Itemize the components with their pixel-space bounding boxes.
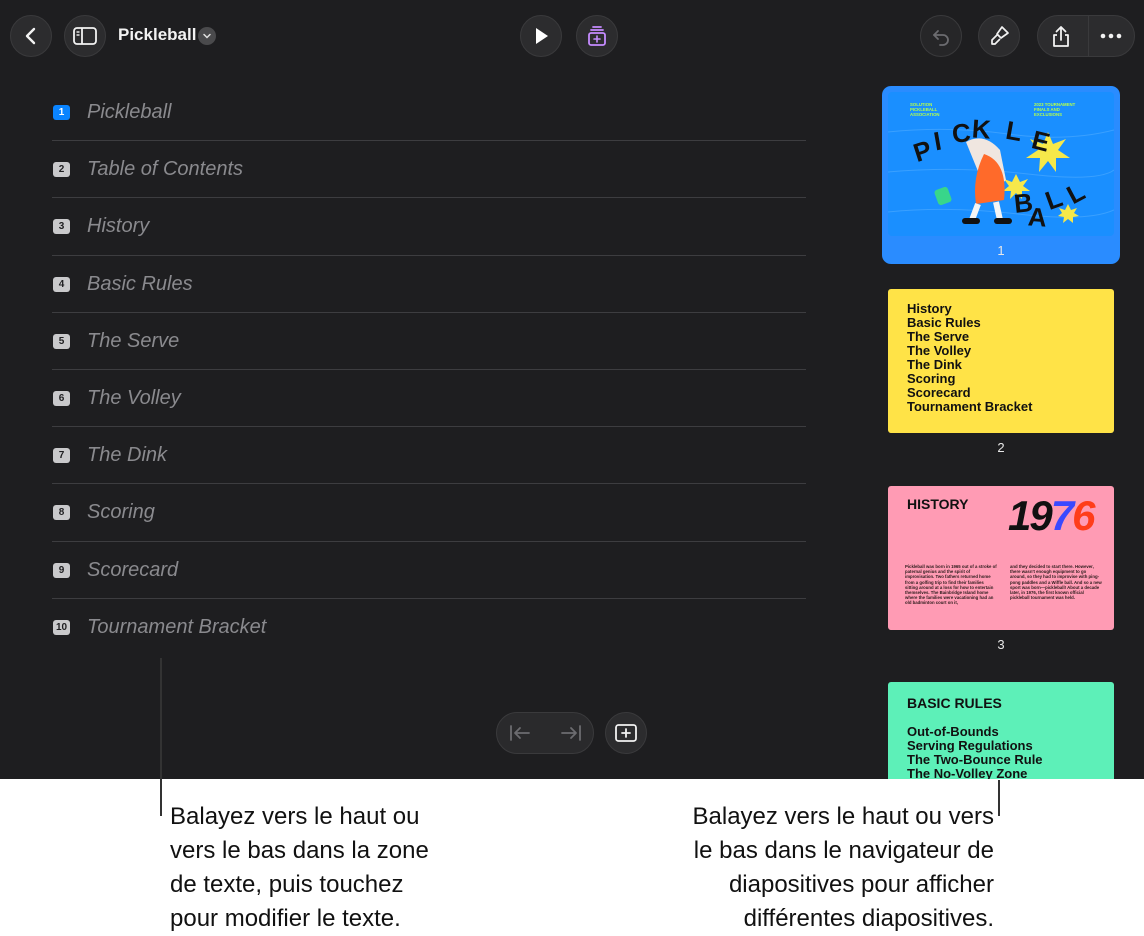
play-button[interactable] [520, 15, 562, 57]
undo-icon [933, 30, 949, 46]
slide-2-list-item: The Volley [907, 343, 972, 358]
slide-thumbnail-3[interactable]: HISTORY 1976 Pickleball was born in 1965… [888, 486, 1114, 630]
outline-row-text[interactable]: History [87, 215, 149, 238]
outline-row[interactable]: 5 The Serve [52, 313, 806, 370]
slide-4-list-item: The No-Volley Zone [907, 766, 1028, 780]
slide-thumbnail-1[interactable]: PICKLEBALL SOLUTION PICKLEBALL ASSOCIATI… [882, 86, 1120, 264]
slide-thumbnail-2[interactable]: History Basic Rules The Serve The Volley The… [888, 289, 1114, 433]
sidebar-icon [73, 27, 97, 45]
share-icon [1053, 26, 1069, 47]
outline-row-text[interactable]: Tournament Bracket [87, 616, 266, 639]
outline-row[interactable]: 3 History [52, 198, 806, 256]
slide-4-heading: BASIC RULES [907, 695, 1002, 711]
outline-row-text[interactable]: The Volley [87, 387, 181, 410]
format-button[interactable] [978, 15, 1020, 57]
callout-line-right [998, 780, 1000, 816]
slide-1-preview: PICKLEBALL SOLUTION PICKLEBALL ASSOCIATI… [888, 92, 1114, 236]
sidebar-toggle-button[interactable] [64, 15, 106, 57]
slide-number-badge: 4 [53, 276, 70, 292]
paintbrush-icon [991, 26, 1009, 45]
back-button[interactable] [10, 15, 52, 57]
caption-right: Balayez vers le haut ou vers le bas dans… [692, 803, 995, 932]
outline-row[interactable]: 8 Scoring [52, 484, 806, 542]
slide-3-body-left: Pickleball was born in 1965 out of a str… [905, 564, 997, 606]
slide-1-title-letter: K [971, 113, 992, 145]
caption-left: Balayez vers le haut ou vers le bas dans… [170, 803, 429, 932]
slide-number-2: 2 [997, 440, 1005, 455]
slide-number-badge: 9 [53, 562, 70, 578]
slide-1-title-letter: C [950, 117, 972, 149]
outline-row-text[interactable]: Scorecard [87, 559, 178, 582]
play-icon [536, 28, 548, 44]
slide-4-list-item: The Two-Bounce Rule [907, 752, 1043, 767]
chevron-down-icon [203, 33, 211, 39]
outline-row[interactable]: 9 Scorecard [52, 542, 806, 599]
slide-4-list-item: Out-of-Bounds [907, 724, 999, 739]
slide-1-title-letter: A [1027, 201, 1048, 233]
add-slide-icon [615, 724, 637, 742]
outline-row[interactable]: 7 The Dink [52, 427, 806, 485]
slide-number-badge: 10 [53, 619, 70, 635]
slide-3-body-right: and they decided to start there. However… [1010, 564, 1102, 601]
outline-row[interactable]: 4 Basic Rules [52, 256, 806, 313]
outline-row[interactable]: 6 The Volley [52, 370, 806, 428]
indent-button[interactable] [560, 723, 582, 748]
slide-2-list-item: Scorecard [907, 385, 971, 400]
slide-number-badge: 2 [53, 162, 70, 178]
slide-number-1: 1 [997, 243, 1005, 258]
slide-1-corner-left: SOLUTION PICKLEBALL ASSOCIATION [910, 102, 940, 118]
slide-2-contents-list: History Basic Rules The Serve The Volley The… [907, 302, 1032, 414]
add-slide-button[interactable] [605, 712, 647, 754]
slide-4-preview: BASIC RULES Out-of-Bounds Serving Regulat… [888, 682, 1114, 779]
outline-row-text[interactable]: Scoring [87, 501, 155, 524]
outdent-icon [510, 725, 530, 741]
indent-controls [496, 712, 594, 754]
title-menu-button[interactable] [198, 27, 216, 45]
slide-2-list-item: Basic Rules [907, 315, 981, 330]
add-slide-toolbar-button[interactable] [576, 15, 618, 57]
document-title[interactable]: Pickleball [118, 25, 196, 45]
slide-2-preview: History Basic Rules The Serve The Volley The… [888, 289, 1114, 433]
slide-number-badge: 8 [53, 505, 70, 521]
callout-line-left [160, 658, 162, 816]
outline-row[interactable]: 2 Table of Contents [52, 141, 806, 199]
slide-number-badge: 5 [53, 333, 70, 349]
slide-2-list-item: History [907, 301, 952, 316]
outline-row-text[interactable]: Basic Rules [87, 273, 193, 296]
slide-4-rules-list: Out-of-Bounds Serving Regulations The Two-… [907, 724, 1043, 780]
slide-number-badge: 6 [53, 390, 70, 406]
toolbar-divider [1088, 16, 1089, 56]
outline-row-text[interactable]: The Serve [87, 330, 179, 353]
outdent-button[interactable] [509, 723, 531, 748]
slide-2-list-item: The Dink [907, 357, 962, 372]
slide-2-list-item: Scoring [907, 371, 956, 386]
share-button[interactable] [1050, 25, 1072, 49]
slide-number-badge: 7 [53, 448, 70, 464]
outline-row-text[interactable]: Pickleball [87, 101, 171, 124]
ellipsis-icon [1100, 33, 1122, 39]
slide-number-badge: 3 [53, 219, 70, 235]
outline-row[interactable]: 10 Tournament Bracket [52, 599, 806, 656]
slide-1-corner-right: 2023 TOURNAMENT FINALS AND EXCLUSIONS [1034, 102, 1076, 118]
slide-4-list-item: Serving Regulations [907, 738, 1033, 753]
slide-thumbnail-4[interactable]: BASIC RULES Out-of-Bounds Serving Regulat… [888, 682, 1114, 779]
slide-3-year: 1976 [1008, 492, 1095, 539]
slide-2-list-item: The Serve [907, 329, 970, 344]
slide-number-badge: 1 [53, 105, 70, 120]
outline-row-text[interactable]: The Dink [87, 444, 167, 467]
more-button[interactable] [1100, 33, 1122, 39]
slide-2-list-item: Tournament Bracket [907, 399, 1033, 414]
indent-icon [561, 725, 581, 741]
slide-number-3: 3 [997, 637, 1005, 652]
slide-3-preview: HISTORY 1976 Pickleball was born in 1965… [888, 486, 1114, 630]
outline-row[interactable]: 1 Pickleball [52, 84, 806, 142]
keynote-app-window: Pickleball 1 Pickleball 2 Table of Conte… [0, 0, 1144, 779]
slide-stack-plus-icon [588, 26, 606, 46]
outline-row-text[interactable]: Table of Contents [87, 158, 243, 181]
undo-button[interactable] [920, 15, 962, 57]
slide-3-heading: HISTORY [907, 496, 969, 512]
chevron-left-icon [25, 27, 36, 45]
share-more-group [1037, 15, 1135, 57]
outline-list[interactable]: 1 Pickleball 2 Table of Contents 3 History 4 Ba… [52, 84, 806, 656]
